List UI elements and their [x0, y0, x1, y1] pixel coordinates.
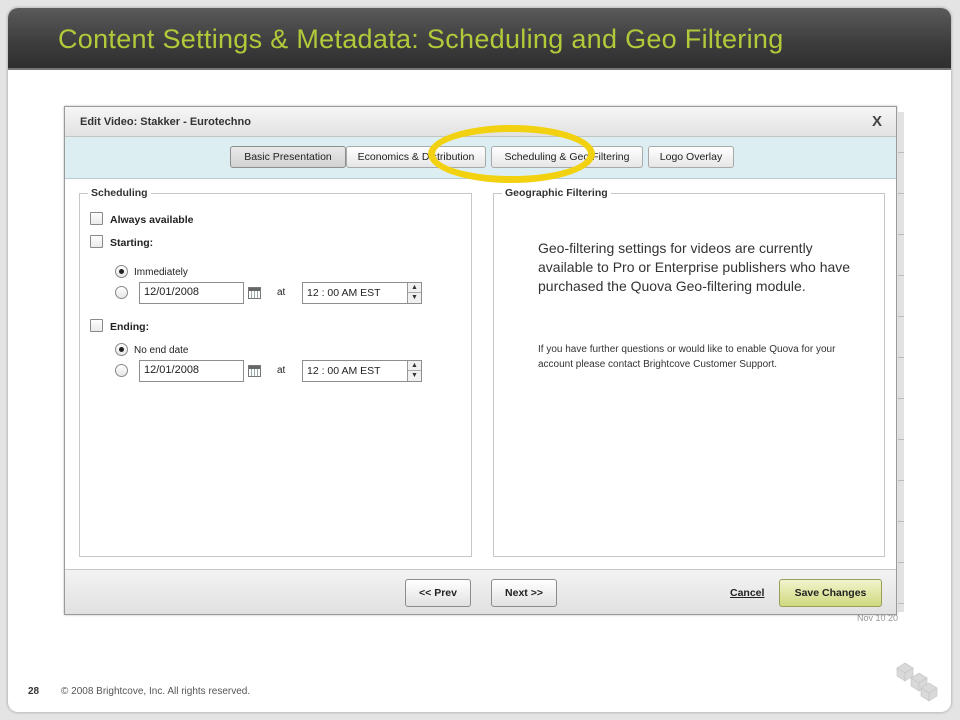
end-time-down-arrow-icon[interactable]: ▼: [408, 371, 421, 381]
page-number: 28: [28, 686, 40, 697]
end-time-spinner: ▲ ▼: [407, 361, 421, 381]
end-time-value: 12 : 00 AM EST: [307, 365, 381, 377]
start-calendar-icon[interactable]: [248, 287, 261, 299]
start-time-spinner: ▲ ▼: [407, 283, 421, 303]
starting-label: Starting:: [110, 237, 154, 249]
dialog-header: Edit Video: Stakker - Eurotechno X: [65, 107, 896, 137]
start-date-field[interactable]: 12/01/2008: [139, 282, 244, 304]
slide-title: Content Settings & Metadata: Scheduling …: [58, 24, 784, 54]
close-icon[interactable]: X: [867, 112, 887, 132]
brightcove-cube-logo-icon: [896, 662, 938, 702]
starting-checkbox[interactable]: [90, 235, 103, 248]
end-at-label: at: [277, 365, 286, 376]
end-date-field[interactable]: 12/01/2008: [139, 360, 244, 382]
start-time-value: 12 : 00 AM EST: [307, 287, 381, 299]
copyright-text: © 2008 Brightcove, Inc. All rights reser…: [61, 686, 251, 697]
tab-bar: Basic Presentation Economics & Distribut…: [65, 137, 896, 179]
end-calendar-icon[interactable]: [248, 365, 261, 377]
no-end-date-label: No end date: [134, 345, 189, 356]
end-date-radio[interactable]: [115, 364, 128, 377]
end-time-up-arrow-icon[interactable]: ▲: [408, 361, 421, 371]
end-time-stepper[interactable]: 12 : 00 AM EST ▲ ▼: [302, 360, 422, 382]
immediately-radio[interactable]: [115, 265, 128, 278]
ending-checkbox[interactable]: [90, 319, 103, 332]
geo-filtering-legend: Geographic Filtering: [502, 187, 611, 199]
slide: Content Settings & Metadata: Scheduling …: [8, 8, 951, 712]
start-date-radio[interactable]: [115, 286, 128, 299]
geo-filtering-support-text: If you have further questions or would l…: [538, 344, 836, 370]
no-end-date-radio[interactable]: [115, 343, 128, 356]
tab-economics-distribution[interactable]: Economics & Distribution: [346, 146, 486, 168]
tab-scheduling-geo-filtering[interactable]: Scheduling & Geo Filtering: [491, 146, 643, 168]
start-time-stepper[interactable]: 12 : 00 AM EST ▲ ▼: [302, 282, 422, 304]
cancel-link[interactable]: Cancel: [730, 587, 764, 599]
prev-button[interactable]: << Prev: [405, 579, 471, 607]
start-at-label: at: [277, 287, 286, 298]
save-changes-button[interactable]: Save Changes: [779, 579, 882, 607]
scheduling-legend: Scheduling: [88, 187, 151, 199]
always-available-checkbox[interactable]: [90, 212, 103, 225]
geo-filtering-info-text: Geo-filtering settings for videos are cu…: [538, 240, 851, 294]
start-time-up-arrow-icon[interactable]: ▲: [408, 283, 421, 293]
scheduling-panel: Scheduling Always available Starting: Im…: [79, 187, 472, 557]
background-list-edge: [898, 112, 904, 612]
geo-filtering-panel: Geographic Filtering Geo-filtering setti…: [493, 187, 885, 557]
slide-title-bar: Content Settings & Metadata: Scheduling …: [8, 8, 951, 70]
dialog-footer: << Prev Next >> Cancel Save Changes: [65, 569, 896, 614]
immediately-label: Immediately: [134, 267, 188, 278]
start-time-down-arrow-icon[interactable]: ▼: [408, 293, 421, 303]
always-available-label: Always available: [110, 214, 194, 226]
edit-video-dialog: Edit Video: Stakker - Eurotechno X Basic…: [64, 106, 897, 615]
ending-label: Ending:: [110, 321, 150, 333]
tab-basic-presentation[interactable]: Basic Presentation: [230, 146, 346, 168]
tab-logo-overlay[interactable]: Logo Overlay: [648, 146, 734, 168]
dialog-title: Edit Video: Stakker - Eurotechno: [80, 116, 251, 128]
next-button[interactable]: Next >>: [491, 579, 557, 607]
